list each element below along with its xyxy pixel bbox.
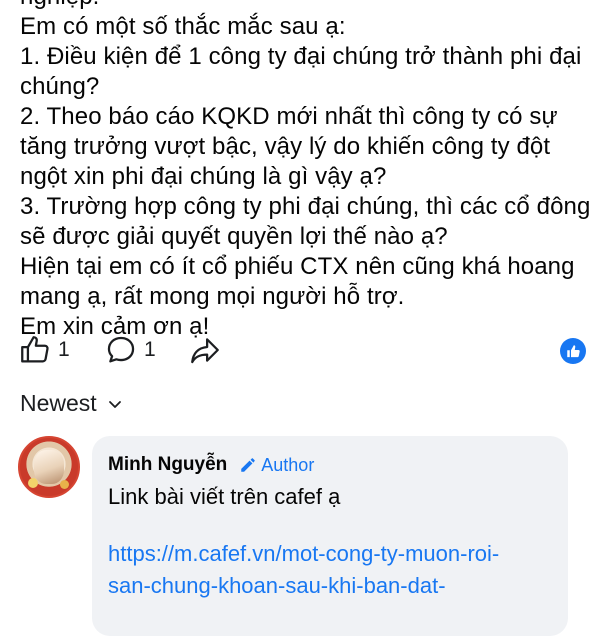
- post-line: 2. Theo báo cáo KQKD mới nhất thì công t…: [20, 103, 558, 130]
- comment-text: Link bài viết trên cafef ạ: [108, 484, 341, 509]
- share-arrow-icon: [191, 338, 219, 364]
- post-body: nghiệp. Em có một số thắc mắc sau ạ: 1. …: [20, 0, 590, 342]
- post-line: tăng trưởng vượt bậc, vậy lý do khiến cô…: [20, 133, 551, 160]
- commenter-name[interactable]: Minh Nguyễn: [108, 454, 227, 476]
- like-button[interactable]: 1: [18, 330, 70, 370]
- post-line: mang ạ, rất mong mọi người hỗ trợ.: [20, 283, 405, 310]
- thumbs-up-icon: [566, 344, 580, 357]
- post-line: sẽ được giải quyết quyền lợi thế nào ạ?: [20, 223, 448, 250]
- author-badge: Author: [239, 455, 314, 476]
- post-line: nghiệp.: [20, 0, 590, 12]
- avatar[interactable]: [18, 436, 80, 498]
- comment-author-row: Minh Nguyễn Author: [108, 454, 314, 476]
- comment-link-line[interactable]: san-chung-khoan-sau-khi-ban-dat-: [108, 570, 499, 602]
- author-badge-label: Author: [261, 454, 315, 475]
- sort-label: Newest: [20, 390, 97, 416]
- comment-link-line[interactable]: https://m.cafef.vn/mot-cong-ty-muon-roi-: [108, 538, 499, 570]
- post-line: 3. Trường hợp công ty phi đại chúng, thì…: [20, 193, 591, 220]
- comment-bubble: Minh Nguyễn Author Link bài viết trên ca…: [92, 436, 568, 636]
- chevron-down-icon: [108, 400, 121, 408]
- comment-button[interactable]: 1: [104, 330, 156, 370]
- post-line: ngột xin phi đại chúng là gì vậy ạ?: [20, 163, 387, 190]
- post-line: Em có một số thắc mắc sau ạ:: [20, 13, 346, 40]
- comment-count: 1: [144, 338, 156, 361]
- post-line: 1. Điều kiện để 1 công ty đại chúng trở …: [20, 43, 582, 70]
- pencil-icon: [241, 458, 256, 472]
- comment-sort-dropdown[interactable]: Newest: [20, 390, 123, 417]
- like-count: 1: [58, 338, 70, 361]
- like-reaction-badge-icon[interactable]: [560, 338, 586, 364]
- comment-bubble-icon: [107, 336, 135, 363]
- thumbs-up-icon: [21, 336, 49, 363]
- post-line: chúng?: [20, 73, 100, 100]
- post-actions-bar: 1 1: [18, 330, 588, 370]
- post-line: Hiện tại em có ít cổ phiếu CTX nên cũng …: [20, 253, 575, 280]
- comment-link[interactable]: https://m.cafef.vn/mot-cong-ty-muon-roi-…: [108, 538, 499, 602]
- share-button[interactable]: [188, 330, 222, 370]
